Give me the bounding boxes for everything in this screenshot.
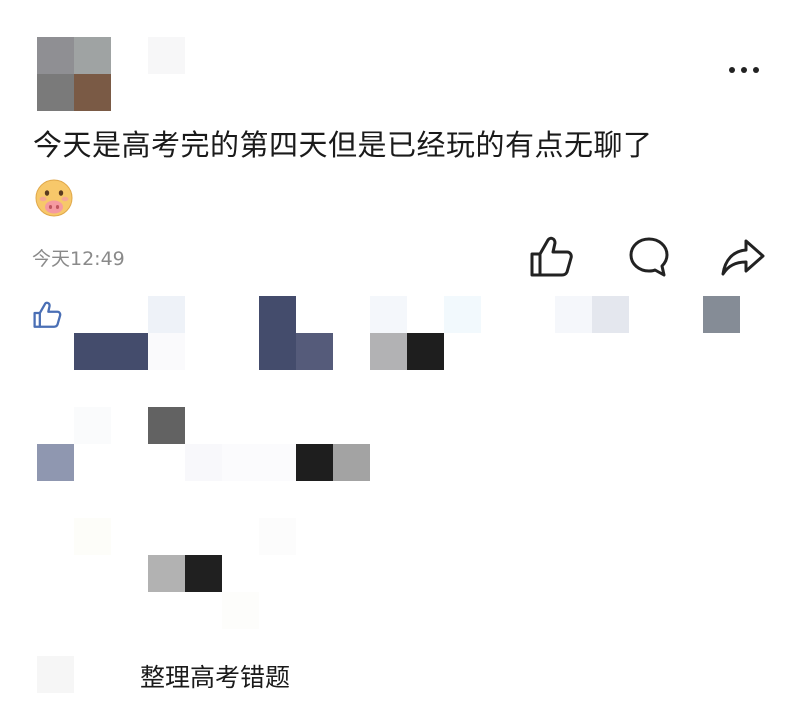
comment-mosaic-1[interactable] (37, 407, 377, 481)
avatar[interactable] (37, 37, 111, 111)
post-text: 今天是高考完的第四天但是已经玩的有点无聊了 (33, 128, 653, 162)
share-arrow-icon (720, 235, 766, 283)
like-button[interactable] (526, 236, 576, 282)
thumbs-up-icon (528, 235, 574, 283)
more-options-button[interactable] (722, 56, 766, 84)
more-options-icon (727, 66, 761, 74)
liker-avatars-mosaic[interactable] (74, 296, 744, 370)
post-timestamp: 今天12:49 (32, 248, 125, 270)
comment-button[interactable] (624, 236, 674, 282)
comment-avatar-mosaic[interactable] (37, 656, 74, 693)
pig-face-emoji (34, 178, 74, 218)
comment-text: 整理高考错题 (140, 663, 291, 692)
comment-bubble-icon (627, 235, 671, 283)
username-mosaic[interactable] (148, 37, 185, 74)
share-button[interactable] (718, 236, 768, 282)
comment-mosaic-2[interactable] (74, 518, 304, 629)
likes-icon (32, 300, 64, 332)
